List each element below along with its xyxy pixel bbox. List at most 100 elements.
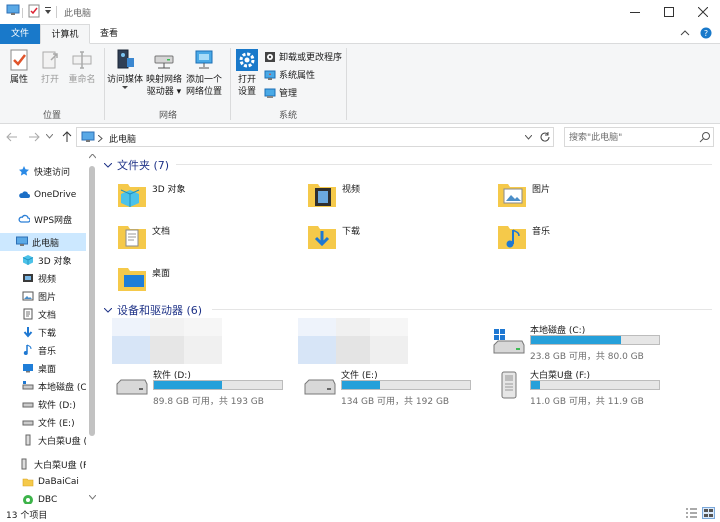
drive-icon: [22, 380, 34, 392]
devices-section-header[interactable]: 设备和驱动器 (6): [104, 302, 202, 318]
map-network-drive-button[interactable]: 映射网络 驱动器 ▾: [144, 48, 184, 98]
drive-e[interactable]: 文件 (E:) 134 GB 可用，共 192 GB: [301, 368, 501, 407]
folder-label: 视频: [342, 185, 361, 195]
breadcrumb-chevron-icon[interactable]: [98, 135, 103, 142]
nav-item-3d-objects[interactable]: 3D 对象: [0, 251, 86, 269]
desktop-icon: [22, 362, 34, 374]
usb-icon: [18, 458, 30, 470]
ribbon: 属性 打开 重命名 位置 访问媒体 映射网络 驱动器 ▾ 添加一个 网络位置 网…: [0, 44, 720, 124]
nav-item-onedrive[interactable]: OneDrive: [0, 186, 86, 204]
open-icon: [39, 48, 61, 72]
open-settings-label-2: 设置: [237, 87, 256, 97]
manage-icon: [264, 87, 276, 99]
forward-button[interactable]: [28, 132, 40, 142]
nav-item-downloads[interactable]: 下载: [0, 323, 86, 341]
drive-usage-fill: [531, 381, 540, 389]
download-folder-icon: [306, 220, 338, 252]
nav-item-usb-f-root[interactable]: 大白菜U盘 (F: [0, 455, 86, 473]
nav-item-music[interactable]: 音乐: [0, 341, 86, 359]
manage-button[interactable]: 管理: [264, 86, 297, 99]
tab-view[interactable]: 查看: [92, 24, 126, 44]
nav-item-quick-access[interactable]: 快速访问: [0, 162, 86, 180]
folder-videos[interactable]: 视频: [306, 178, 360, 210]
up-button[interactable]: [62, 131, 72, 143]
nav-item-dbc[interactable]: DBC: [0, 491, 86, 504]
search-input[interactable]: [569, 131, 697, 144]
system-properties-icon: [264, 69, 276, 81]
redacted-item: [112, 318, 222, 364]
media-server-icon: [114, 48, 136, 72]
drive-usage-bar: [153, 380, 283, 390]
drive-d[interactable]: 软件 (D:) 89.8 GB 可用，共 193 GB: [113, 368, 313, 407]
uninstall-program-button[interactable]: 卸载或更改程序: [264, 50, 342, 63]
open-settings-label-1: 打开: [237, 75, 256, 85]
large-icons-view-icon[interactable]: [702, 507, 715, 519]
nav-item-files-e[interactable]: 文件 (E:): [0, 413, 86, 431]
folder-desktop[interactable]: 桌面: [116, 262, 170, 294]
drive-c[interactable]: 本地磁盘 (C:) 23.8 GB 可用，共 80.0 GB: [490, 323, 690, 362]
folder-3d-objects[interactable]: 3D 对象: [116, 178, 186, 210]
nav-label: DaBaiCai: [38, 477, 79, 487]
address-bar[interactable]: 此电脑: [76, 127, 554, 147]
minimize-button[interactable]: [618, 0, 652, 24]
folder-documents[interactable]: 文档: [116, 220, 170, 252]
drive-usage-bar: [530, 380, 660, 390]
access-media-button[interactable]: 访问媒体: [106, 48, 144, 90]
scroll-down-icon[interactable]: [89, 495, 96, 500]
collapse-ribbon-icon[interactable]: [680, 29, 690, 37]
nav-scrollbar[interactable]: [86, 152, 98, 504]
nav-item-local-disk-c[interactable]: 本地磁盘 (C: [0, 377, 86, 395]
tab-computer[interactable]: 计算机: [40, 24, 90, 44]
nav-item-dabaicai[interactable]: DaBaiCai: [0, 473, 86, 491]
windows-drive-icon: [492, 329, 526, 357]
nav-label: 文档: [38, 310, 57, 321]
computer-icon: [6, 4, 20, 16]
drive-f[interactable]: 大白菜U盘 (F:) 11.0 GB 可用，共 11.9 GB: [490, 368, 690, 407]
nav-label: 桌面: [38, 364, 57, 375]
open-settings-button[interactable]: 打开 设置: [232, 48, 262, 98]
music-folder-icon: [496, 220, 528, 252]
nav-item-videos[interactable]: 视频: [0, 269, 86, 287]
customize-quick-access-icon[interactable]: [44, 6, 52, 16]
drive-icon: [22, 416, 34, 428]
folder-icon: [22, 476, 34, 488]
close-button[interactable]: [686, 0, 720, 24]
search-icon[interactable]: [699, 131, 711, 143]
nav-item-usb-f[interactable]: 大白菜U盘 (F: [0, 431, 86, 449]
nav-item-software-d[interactable]: 软件 (D:): [0, 395, 86, 413]
add-network-location-button[interactable]: 添加一个 网络位置: [184, 48, 224, 98]
scroll-up-icon[interactable]: [89, 154, 96, 159]
folder-pictures[interactable]: 图片: [496, 178, 550, 210]
search-box[interactable]: [564, 127, 714, 147]
breadcrumb[interactable]: 此电脑: [109, 132, 136, 145]
nav-item-pictures[interactable]: 图片: [0, 287, 86, 305]
scroll-thumb[interactable]: [89, 166, 95, 436]
details-view-icon[interactable]: [686, 508, 697, 518]
nav-label: 图片: [38, 292, 57, 303]
nav-item-documents[interactable]: 文档: [0, 305, 86, 323]
redacted-item: [298, 318, 408, 364]
drive-icon: [22, 398, 34, 410]
maximize-button[interactable]: [652, 0, 686, 24]
properties-label: 属性: [9, 75, 28, 85]
nav-item-desktop[interactable]: 桌面: [0, 359, 86, 377]
refresh-button[interactable]: [539, 131, 551, 143]
rename-button[interactable]: 重命名: [64, 48, 100, 86]
properties-quick-icon[interactable]: [28, 4, 40, 18]
nav-item-this-pc[interactable]: 此电脑: [0, 233, 86, 251]
address-dropdown-icon[interactable]: [525, 135, 532, 140]
properties-button[interactable]: 属性: [4, 48, 34, 86]
folders-section-header[interactable]: 文件夹 (7): [104, 157, 169, 173]
nav-label: 软件 (D:): [38, 400, 76, 411]
system-properties-button[interactable]: 系统属性: [264, 68, 315, 81]
add-network-label-2: 网络位置: [185, 87, 222, 97]
nav-item-wps-cloud[interactable]: WPS网盘: [0, 210, 86, 228]
recent-locations-chevron-icon[interactable]: [46, 134, 53, 139]
tab-file[interactable]: 文件: [0, 24, 40, 44]
back-button[interactable]: [6, 132, 18, 142]
help-icon[interactable]: ?: [700, 27, 712, 39]
open-button[interactable]: 打开: [36, 48, 64, 86]
folder-downloads[interactable]: 下载: [306, 220, 360, 252]
folder-music[interactable]: 音乐: [496, 220, 550, 252]
system-properties-label: 系统属性: [279, 71, 316, 81]
